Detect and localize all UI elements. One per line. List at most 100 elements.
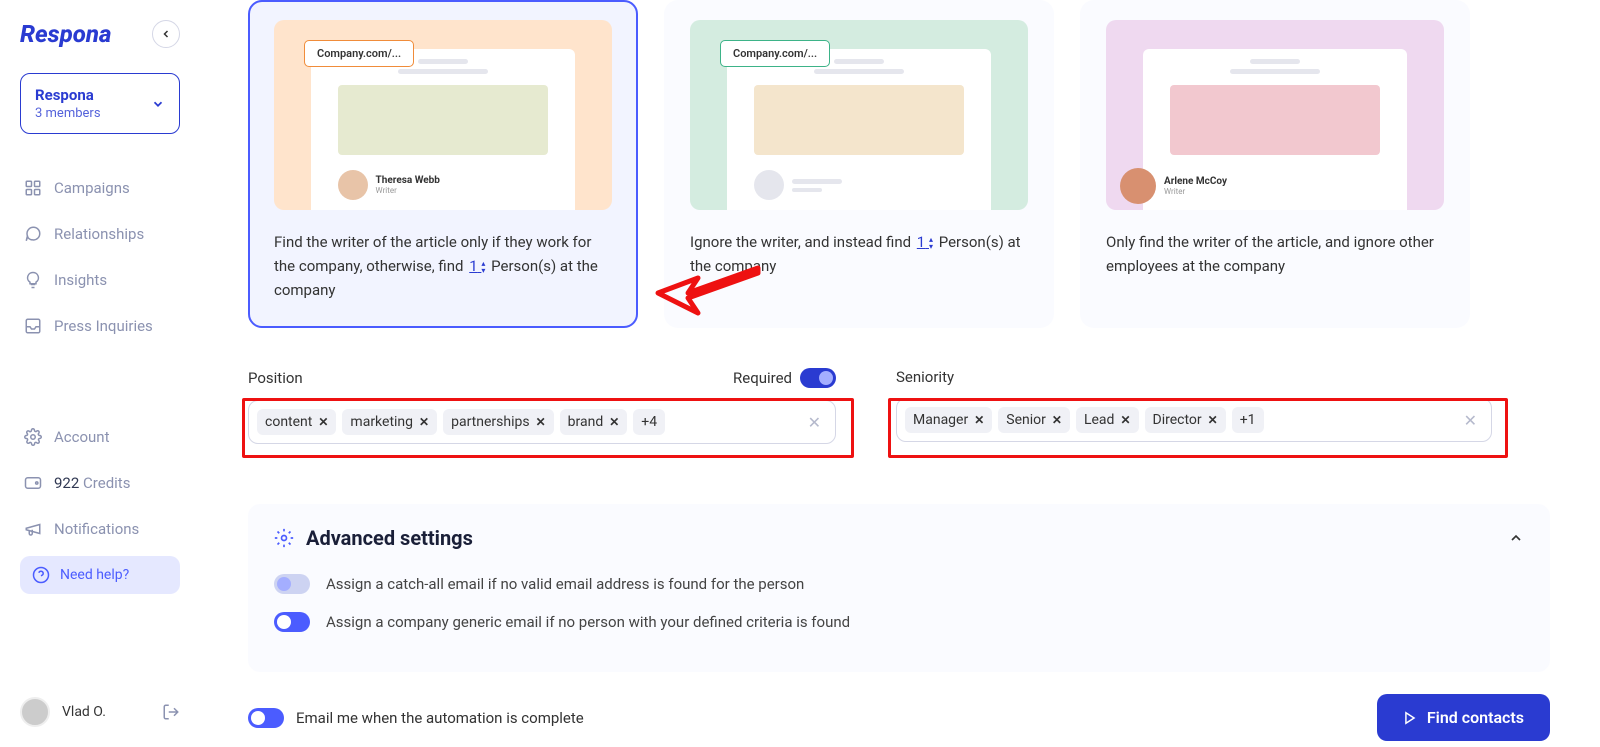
main: Company.com/... Theresa Webb Writer Find…: [248, 0, 1550, 747]
person-count-stepper[interactable]: 1 ▴▾: [467, 257, 487, 275]
chevron-left-icon: [160, 28, 172, 40]
mini-author-role: Writer: [376, 186, 440, 195]
footer: Email me when the automation is complete…: [248, 694, 1550, 741]
user-profile[interactable]: Vlad O.: [20, 697, 106, 727]
tag-lead[interactable]: Lead✕: [1076, 407, 1139, 433]
sidebar-collapse-button[interactable]: [152, 20, 180, 48]
mini-avatar: [338, 170, 368, 200]
seniority-filter: Seniority Manager✕ Senior✕ Lead✕ Directo…: [896, 368, 1492, 442]
sidebar-item-press[interactable]: Press Inquiries: [20, 307, 180, 345]
chevron-down-icon: [151, 97, 165, 111]
sidebar-item-notifications[interactable]: Notifications: [20, 510, 180, 548]
sidebar-item-label: Campaigns: [54, 179, 130, 197]
sidebar-item-relationships[interactable]: Relationships: [20, 215, 180, 253]
clear-input-icon[interactable]: ✕: [802, 413, 827, 432]
grid-icon: [24, 179, 42, 197]
filter-label: Position: [248, 369, 303, 387]
mini-avatar: [1120, 168, 1156, 204]
lightbulb-icon: [24, 271, 42, 289]
avatar: [20, 697, 50, 727]
sidebar-item-label: Relationships: [54, 225, 144, 243]
inbox-icon: [24, 317, 42, 335]
sidebar-item-campaigns[interactable]: Campaigns: [20, 169, 180, 207]
required-label: Required: [733, 369, 792, 387]
chat-icon: [24, 225, 42, 243]
strategy-cards: Company.com/... Theresa Webb Writer Find…: [248, 0, 1550, 328]
remove-tag-icon[interactable]: ✕: [419, 415, 429, 429]
generic-email-toggle[interactable]: [274, 612, 310, 632]
sidebar-item-label: Insights: [54, 271, 107, 289]
workspace-switcher[interactable]: Respona 3 members: [20, 73, 180, 134]
tag-more[interactable]: +4: [633, 409, 665, 435]
gear-icon: [274, 528, 294, 548]
advanced-settings: Advanced settings Assign a catch-all ema…: [248, 504, 1550, 672]
mini-avatar: [754, 170, 784, 200]
position-input[interactable]: content✕ marketing✕ partnerships✕ brand✕…: [248, 400, 836, 444]
logout-icon[interactable]: [162, 703, 180, 721]
megaphone-icon: [24, 520, 42, 538]
tag-director[interactable]: Director✕: [1145, 407, 1226, 433]
remove-tag-icon[interactable]: ✕: [1052, 413, 1062, 427]
email-me-row: Email me when the automation is complete: [248, 708, 584, 728]
person-count-stepper[interactable]: 1 ▴▾: [915, 233, 935, 251]
workspace-name: Respona: [35, 86, 101, 104]
logo: Respona: [20, 20, 111, 48]
help-label: Need help?: [60, 567, 129, 583]
option-label: Assign a company generic email if no per…: [326, 613, 850, 631]
play-icon: [1403, 711, 1417, 725]
card-writer-or-company[interactable]: Company.com/... Theresa Webb Writer Find…: [248, 0, 638, 328]
sidebar-item-label: Account: [54, 428, 110, 446]
find-contacts-button[interactable]: Find contacts: [1377, 694, 1550, 741]
mini-author-name: Arlene McCoy: [1164, 176, 1227, 187]
help-icon: [32, 566, 50, 584]
sidebar-item-help[interactable]: Need help?: [20, 556, 180, 594]
tag-content[interactable]: content✕: [257, 409, 336, 435]
wallet-icon: [24, 474, 42, 492]
required-toggle[interactable]: [800, 368, 836, 388]
remove-tag-icon[interactable]: ✕: [1208, 413, 1218, 427]
remove-tag-icon[interactable]: ✕: [536, 415, 546, 429]
chevron-up-icon: [1508, 530, 1524, 546]
clear-input-icon[interactable]: ✕: [1458, 411, 1483, 430]
filter-label: Seniority: [896, 368, 954, 386]
sidebar-item-credits[interactable]: 922 Credits: [20, 464, 180, 502]
seniority-input[interactable]: Manager✕ Senior✕ Lead✕ Director✕ +1 ✕: [896, 398, 1492, 442]
adv-option-generic: Assign a company generic email if no per…: [274, 612, 1524, 632]
url-tag: Company.com/...: [304, 40, 414, 67]
email-me-label: Email me when the automation is complete: [296, 709, 584, 727]
filters: Position Required content✕ marketing✕ pa…: [248, 368, 1550, 444]
card-preview: Company.com/... Theresa Webb Writer: [274, 20, 612, 210]
advanced-settings-toggle[interactable]: Advanced settings: [274, 526, 1524, 550]
email-me-toggle[interactable]: [248, 708, 284, 728]
card-text: Find the writer of the article only if t…: [274, 230, 612, 302]
sidebar-item-label: Press Inquiries: [54, 317, 153, 335]
advanced-title: Advanced settings: [306, 526, 473, 550]
mini-author-role: Writer: [1164, 187, 1227, 196]
remove-tag-icon[interactable]: ✕: [318, 415, 328, 429]
tag-brand[interactable]: brand✕: [560, 409, 628, 435]
find-contacts-label: Find contacts: [1427, 708, 1524, 727]
card-text: Only find the writer of the article, and…: [1106, 230, 1444, 278]
sidebar-item-label: Notifications: [54, 520, 139, 538]
remove-tag-icon[interactable]: ✕: [1120, 413, 1130, 427]
tag-more[interactable]: +1: [1232, 407, 1264, 433]
sidebar-item-label: 922 Credits: [54, 474, 130, 492]
tag-partnerships[interactable]: partnerships✕: [443, 409, 554, 435]
tag-manager[interactable]: Manager✕: [905, 407, 992, 433]
option-label: Assign a catch-all email if no valid ema…: [326, 575, 804, 593]
tag-marketing[interactable]: marketing✕: [342, 409, 437, 435]
card-preview: Company.com/...: [690, 20, 1028, 210]
adv-option-catchall: Assign a catch-all email if no valid ema…: [274, 574, 1524, 594]
remove-tag-icon[interactable]: ✕: [609, 415, 619, 429]
logo-row: Respona: [20, 20, 180, 48]
tag-senior[interactable]: Senior✕: [998, 407, 1070, 433]
user-row: Vlad O.: [20, 697, 180, 727]
sidebar-item-account[interactable]: Account: [20, 418, 180, 456]
remove-tag-icon[interactable]: ✕: [974, 413, 984, 427]
card-preview: Arlene McCoy Writer: [1106, 20, 1444, 210]
mini-author-name: Theresa Webb: [376, 175, 440, 186]
card-writer-only[interactable]: Arlene McCoy Writer Only find the writer…: [1080, 0, 1470, 328]
url-tag: Company.com/...: [720, 40, 830, 67]
catchall-toggle[interactable]: [274, 574, 310, 594]
sidebar-item-insights[interactable]: Insights: [20, 261, 180, 299]
